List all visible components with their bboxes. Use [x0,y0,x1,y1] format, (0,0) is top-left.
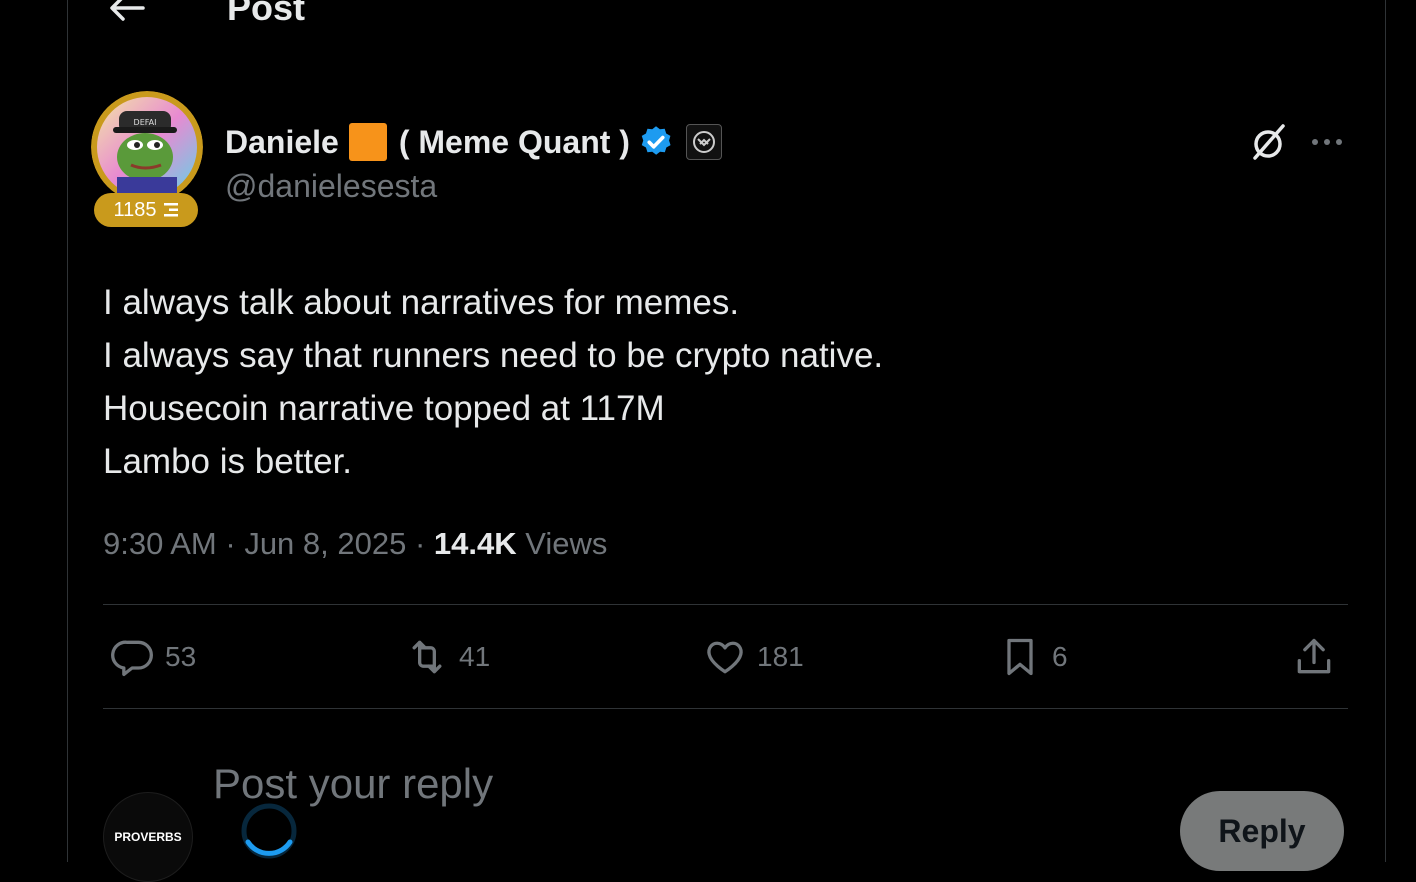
arrow-left-icon[interactable] [107,0,145,24]
loading-spinner-icon [241,803,297,859]
views-label: Views [525,526,608,561]
reply-input[interactable]: Post your reply [213,760,493,808]
repost-action[interactable]: 41 [405,632,490,682]
bookmark-action[interactable]: 6 [998,632,1068,682]
author-name-suffix: ( Meme Quant ) [398,123,630,160]
tweet-meta: 9:30 AM · Jun 8, 2025 · 14.4K Views [103,526,608,561]
divider [103,604,1348,605]
bookmark-icon [1007,638,1033,676]
user-avatar[interactable]: PROVERBS [103,792,193,882]
avatar-image: DEFAI [91,91,203,203]
divider [103,708,1348,709]
author-name: Daniele [225,123,339,160]
tweet-line: Lambo is better. [103,442,353,481]
share-action[interactable] [1292,632,1336,682]
bookmark-count: 6 [1052,641,1068,672]
reply-icon [111,640,153,677]
repost-icon [412,640,442,674]
badge-count: 1185 [113,198,157,221]
verified-badge-icon[interactable] [638,124,674,160]
user-avatar-text: PROVERBS [114,830,182,844]
repost-count: 41 [459,641,491,672]
stack-icon [163,203,178,217]
author-handle[interactable]: @danielesesta [225,168,437,205]
tweet-text: I always talk about narratives for memes… [103,276,883,488]
svg-text:DEFAI: DEFAI [134,118,157,127]
follower-badge[interactable]: 1185 [94,193,198,227]
share-icon [1297,638,1331,674]
like-action[interactable]: 181 [703,632,804,682]
like-count: 181 [757,641,804,672]
tweet-line: Housecoin narrative topped at 117M [103,389,665,428]
author-name-row[interactable]: Daniele ( Meme Quant ) [225,122,722,162]
heart-icon [707,641,743,674]
reply-button[interactable]: Reply [1180,791,1344,871]
reply-action[interactable]: 53 [111,632,196,682]
tweet-line: I always talk about narratives for memes… [103,283,740,322]
grok-icon[interactable] [1249,122,1289,162]
orange-square-emoji [348,123,387,161]
page-title: Post [227,0,306,28]
views-count: 14.4K [433,526,517,561]
tweet-line: I always say that runners need to be cry… [103,336,884,375]
reply-count: 53 [165,641,197,672]
affiliate-badge-icon[interactable] [685,124,722,160]
tweet-time[interactable]: 9:30 AM [103,526,217,561]
more-options-icon[interactable] [1307,128,1347,156]
author-avatar[interactable]: DEFAI [91,91,203,203]
tweet-date[interactable]: Jun 8, 2025 [244,526,406,561]
